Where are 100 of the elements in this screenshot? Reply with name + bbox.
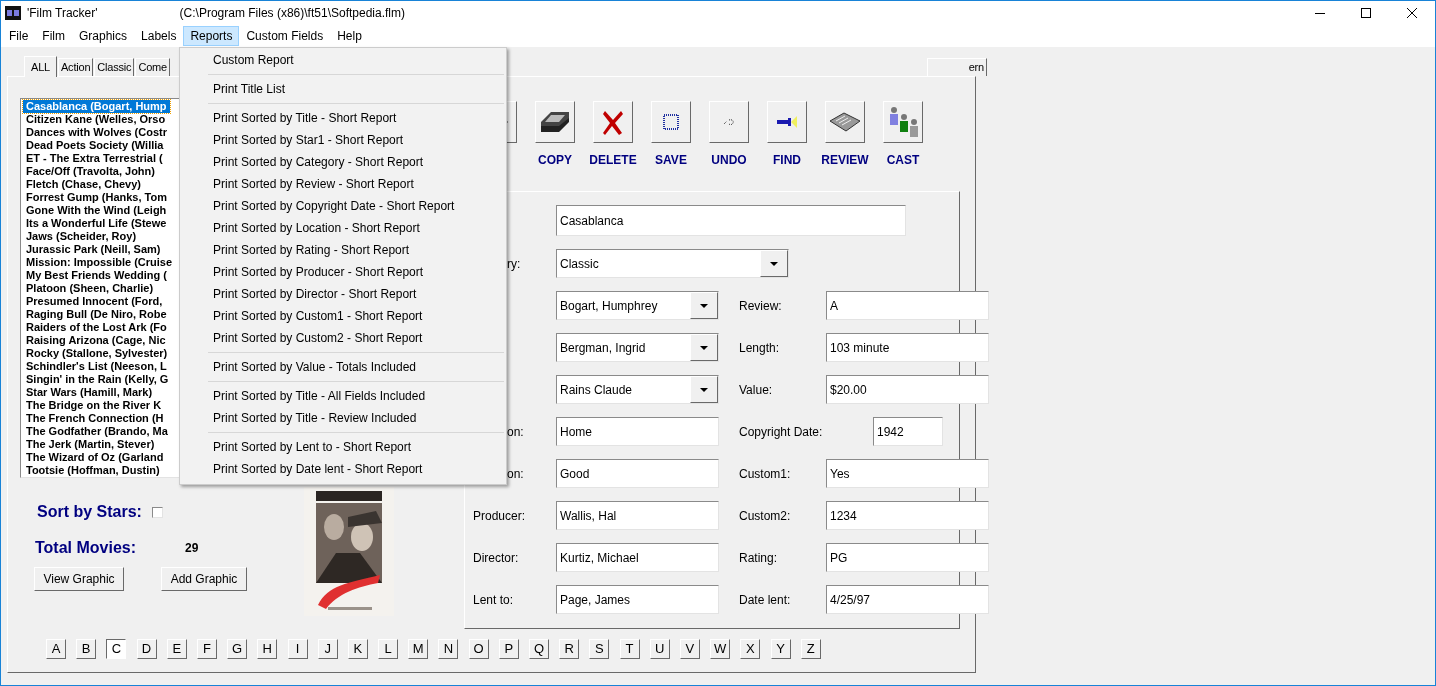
tab[interactable]: ern (927, 58, 987, 76)
letter-button[interactable]: K (347, 639, 368, 659)
list-item[interactable]: The Wizard of Oz (Garland (23, 451, 167, 464)
text-field[interactable]: PG (826, 543, 989, 572)
graphic-button[interactable]: View Graphic (34, 567, 124, 591)
toolbar-button[interactable] (593, 101, 633, 143)
letter-button[interactable]: C (106, 639, 127, 659)
menu-entry[interactable]: Print Sorted by Category - Short Report (180, 151, 506, 173)
tab[interactable]: Action (58, 58, 94, 76)
toolbar-button[interactable] (535, 101, 575, 143)
list-item[interactable]: Mission: Impossible (Cruise (23, 256, 176, 269)
toolbar-button[interactable] (767, 101, 807, 143)
letter-button[interactable]: I (287, 639, 308, 659)
menu-entry[interactable]: Custom Report (180, 49, 506, 71)
list-item[interactable]: Platoon (Sheen, Charlie) (23, 282, 157, 295)
dropdown-field[interactable]: Rains Claude (556, 375, 719, 404)
text-field[interactable]: 1234 (826, 501, 989, 530)
list-item[interactable]: Dances with Wolves (Costr (23, 126, 170, 139)
list-item[interactable]: Star Wars (Hamill, Mark) (23, 386, 156, 399)
list-item[interactable]: Forrest Gump (Hanks, Tom (23, 191, 170, 204)
text-field[interactable]: A (826, 291, 989, 320)
letter-button[interactable]: R (559, 639, 580, 659)
text-field[interactable]: Kurtiz, Michael (556, 543, 719, 572)
letter-button[interactable]: Z (800, 639, 821, 659)
list-item[interactable]: Schindler's List (Neeson, L (23, 360, 170, 373)
letter-button[interactable]: Y (770, 639, 791, 659)
toolbar-button[interactable] (825, 101, 865, 143)
letter-button[interactable]: B (76, 639, 97, 659)
menu-entry[interactable]: Print Sorted by Location - Short Report (180, 217, 506, 239)
list-item[interactable]: The Jerk (Martin, Stever) (23, 438, 158, 451)
letter-button[interactable]: M (408, 639, 429, 659)
menu-entry[interactable]: Print Title List (180, 78, 506, 100)
menu-item[interactable]: Labels (134, 26, 184, 46)
list-item[interactable]: The Godfather (Brando, Ma (23, 425, 171, 438)
list-item[interactable]: Jurassic Park (Neill, Sam) (23, 243, 164, 256)
menu-item[interactable]: Film (35, 26, 72, 46)
list-item[interactable]: Rocky (Stallone, Sylvester) (23, 347, 171, 360)
letter-button[interactable]: A (46, 639, 66, 659)
letter-button[interactable]: U (649, 639, 670, 659)
list-item[interactable]: The Bridge on the River K (23, 399, 165, 412)
list-item[interactable]: Dead Poets Society (Willia (23, 139, 167, 152)
letter-button[interactable]: X (740, 639, 761, 659)
letter-button[interactable]: O (468, 639, 489, 659)
text-field[interactable]: 1942 (873, 417, 943, 446)
list-item[interactable]: ET - The Extra Terrestrial ( (23, 152, 166, 165)
tab[interactable]: Come (135, 58, 170, 76)
menu-entry[interactable]: Print Sorted by Title - Review Included (180, 407, 506, 429)
letter-button[interactable]: W (710, 639, 731, 659)
list-item[interactable]: Citizen Kane (Welles, Orso (23, 113, 169, 126)
title-field[interactable]: Casablanca (556, 205, 906, 236)
list-item[interactable]: Casablanca (Bogart, Hump (23, 100, 170, 113)
menu-entry[interactable]: Print Sorted by Star1 - Short Report (180, 129, 506, 151)
text-field[interactable]: 4/25/97 (826, 585, 989, 614)
list-item[interactable]: Tootsie (Hoffman, Dustin) (23, 464, 163, 477)
letter-button[interactable]: P (498, 639, 519, 659)
list-item[interactable]: Raging Bull (De Niro, Robe (23, 308, 170, 321)
menu-entry[interactable]: Print Sorted by Value - Totals Included (180, 356, 506, 378)
dropdown-field[interactable]: Bergman, Ingrid (556, 333, 719, 362)
list-item[interactable]: Singin' in the Rain (Kelly, G (23, 373, 172, 386)
menu-entry[interactable]: Print Sorted by Title - All Fields Included (180, 385, 506, 407)
list-item[interactable]: Face/Off (Travolta, John) (23, 165, 158, 178)
text-field[interactable]: Good (556, 459, 719, 488)
text-field[interactable]: $20.00 (826, 375, 989, 404)
letter-button[interactable]: D (136, 639, 157, 659)
letter-button[interactable]: T (619, 639, 640, 659)
list-item[interactable]: Raising Arizona (Cage, Nic (23, 334, 169, 347)
letter-button[interactable]: E (166, 639, 187, 659)
letter-button[interactable]: V (679, 639, 700, 659)
letter-button[interactable]: G (227, 639, 248, 659)
text-field[interactable]: Yes (826, 459, 989, 488)
dropdown-field[interactable]: Classic (556, 249, 789, 278)
menu-entry[interactable]: Print Sorted by Custom1 - Short Report (180, 305, 506, 327)
list-item[interactable]: The French Connection (H (23, 412, 167, 425)
menu-item[interactable]: Custom Fields (239, 26, 331, 46)
menu-entry[interactable]: Print Sorted by Custom2 - Short Report (180, 327, 506, 349)
list-item[interactable]: My Best Friends Wedding ( (23, 269, 170, 282)
menu-entry[interactable]: Print Sorted by Review - Short Report (180, 173, 506, 195)
toolbar-button[interactable] (651, 101, 691, 143)
list-item[interactable]: Fletch (Chase, Chevy) (23, 178, 144, 191)
menu-item[interactable]: File (2, 26, 36, 46)
tab[interactable]: ALL (24, 56, 57, 77)
menu-entry[interactable]: Print Sorted by Producer - Short Report (180, 261, 506, 283)
sort-checkbox[interactable] (151, 506, 163, 518)
graphic-button[interactable]: Add Graphic (161, 567, 247, 591)
text-field[interactable]: Wallis, Hal (556, 501, 719, 530)
text-field[interactable]: Home (556, 417, 719, 446)
letter-button[interactable]: J (317, 639, 338, 659)
list-item[interactable]: Gone With the Wind (Leigh (23, 204, 170, 217)
menu-entry[interactable]: Print Sorted by Rating - Short Report (180, 239, 506, 261)
letter-button[interactable]: N (438, 639, 459, 659)
text-field[interactable]: 103 minute (826, 333, 989, 362)
list-item[interactable]: Raiders of the Lost Ark (Fo (23, 321, 170, 334)
menu-entry[interactable]: Print Sorted by Date lent - Short Report (180, 458, 506, 480)
dropdown-field[interactable]: Bogart, Humphrey (556, 291, 719, 320)
menu-entry[interactable]: Print Sorted by Lent to - Short Report (180, 436, 506, 458)
letter-button[interactable]: H (257, 639, 278, 659)
letter-button[interactable]: L (378, 639, 399, 659)
tab[interactable]: Classic (94, 58, 135, 76)
menu-item[interactable]: Reports (183, 26, 240, 46)
text-field[interactable]: Page, James (556, 585, 719, 614)
